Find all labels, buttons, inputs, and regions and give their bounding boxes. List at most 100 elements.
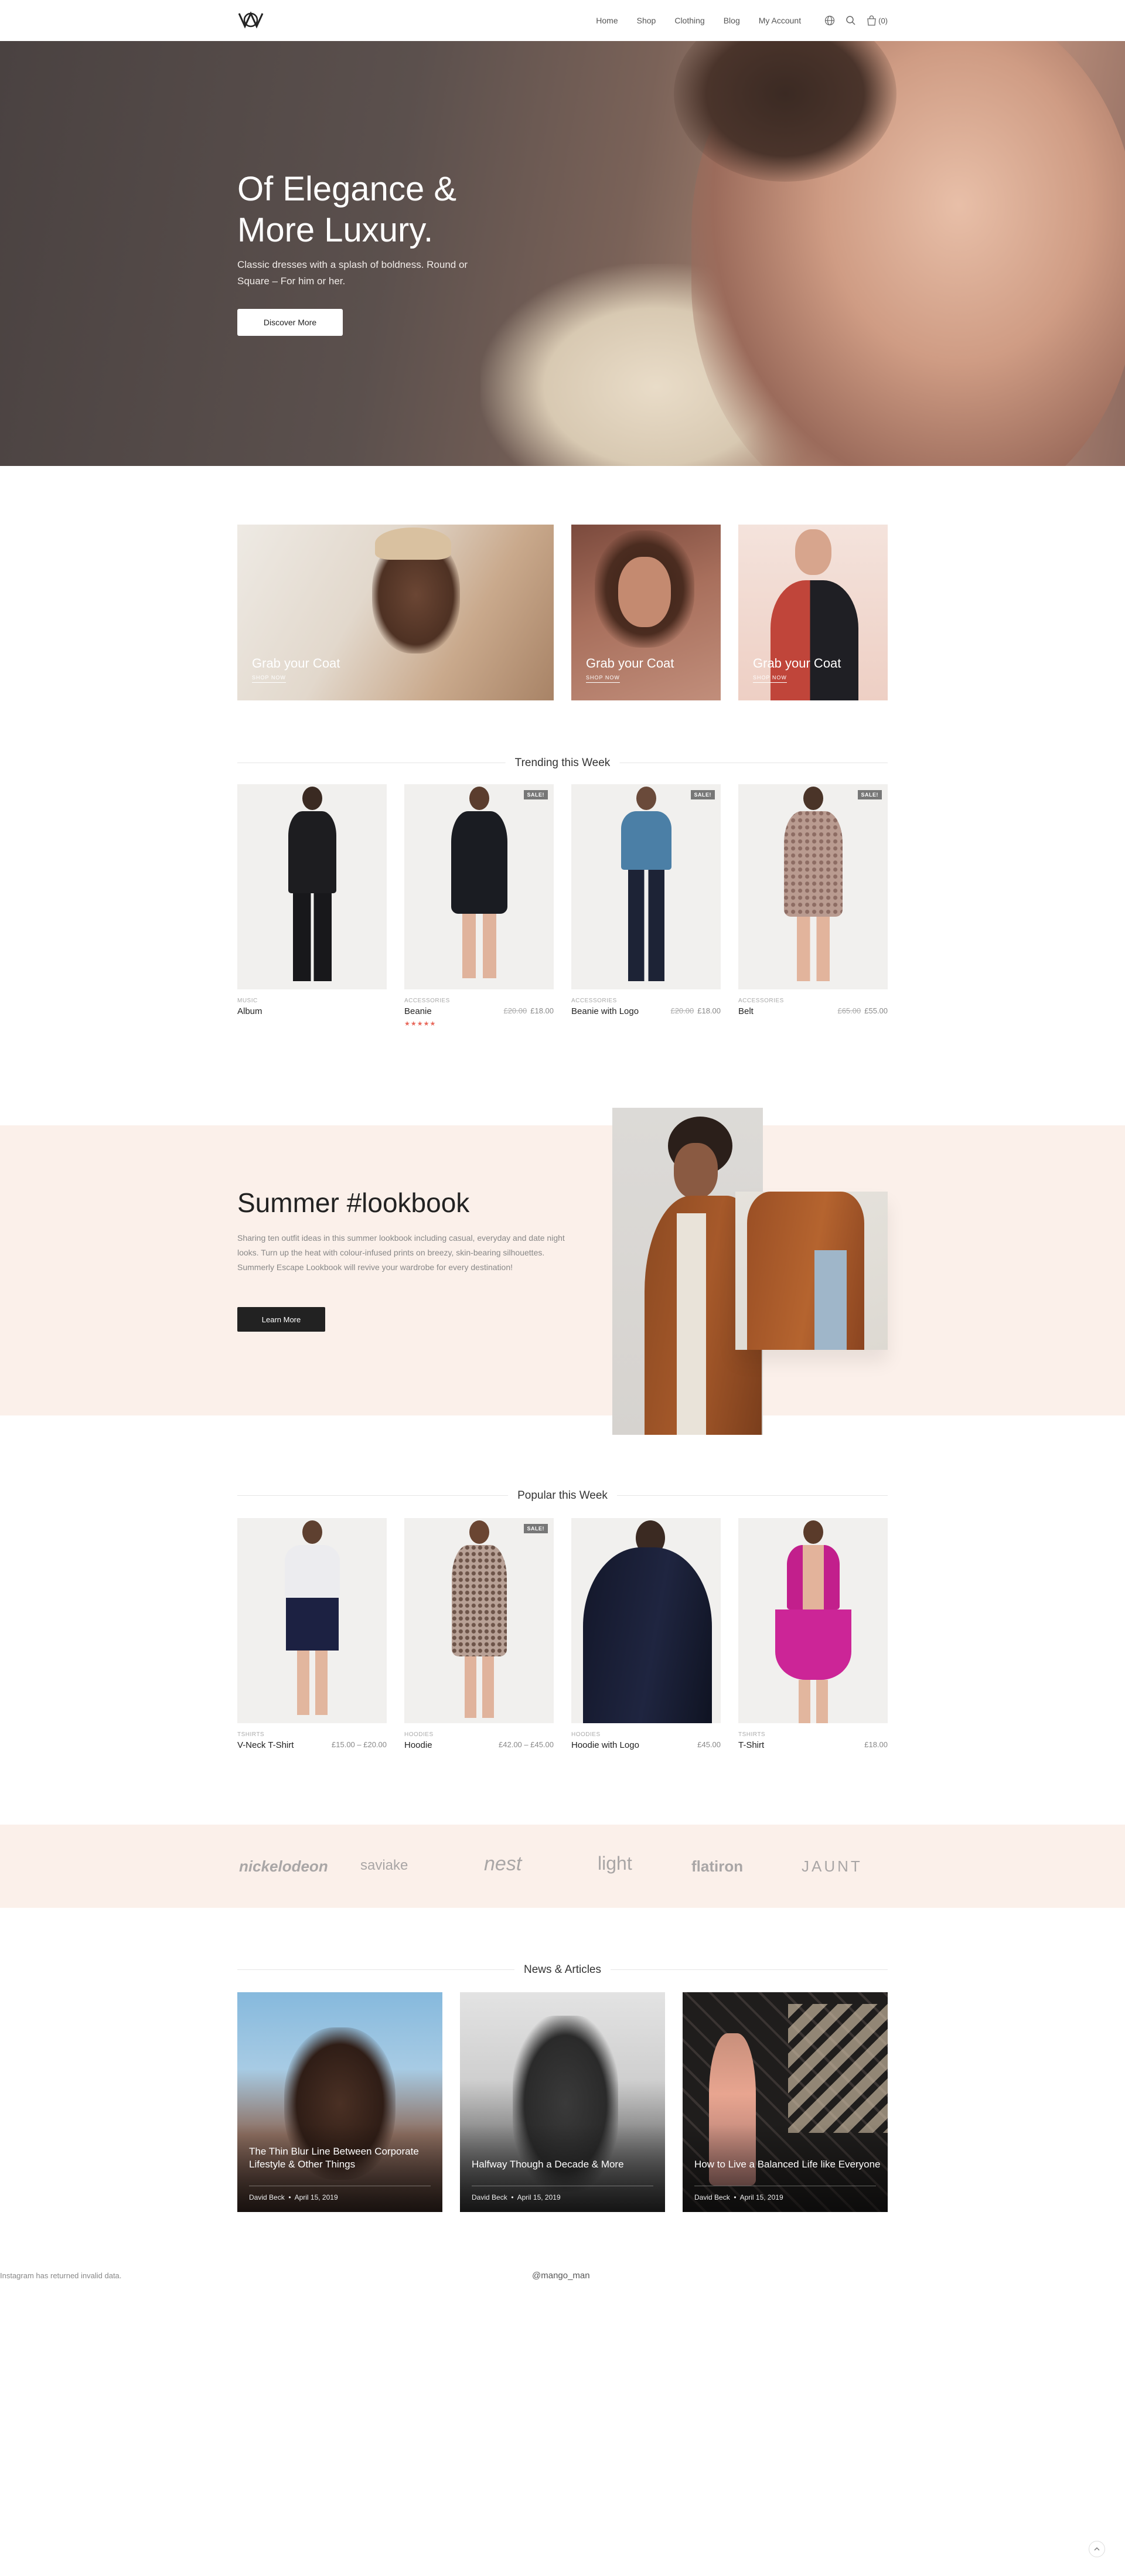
product-price: £15.00 – £20.00 (332, 1740, 387, 1749)
news-date: April 15, 2019 (294, 2193, 338, 2201)
product-card[interactable]: SALE! ACCESSORIES Belt £65.00 £55.00 (738, 784, 888, 1016)
product-name[interactable]: Beanie (404, 1006, 432, 1016)
instagram-error-message: Instagram has returned invalid data. (0, 2271, 122, 2280)
product-name[interactable]: Hoodie with Logo (571, 1740, 639, 1750)
instagram-username-link[interactable]: @mango_man (532, 2271, 590, 2281)
product-image[interactable] (237, 784, 387, 989)
product-card[interactable]: MUSIC Album (237, 784, 387, 1016)
product-category: HOODIES (571, 1731, 601, 1738)
model-figure (583, 1547, 712, 1723)
product-name[interactable]: Album (237, 1006, 262, 1016)
product-name[interactable]: T-Shirt (738, 1740, 764, 1750)
promo-tile-3[interactable]: Grab your Coat SHOP NOW (738, 525, 888, 700)
brand-logo-flatiron[interactable]: flatiron (691, 1857, 743, 1876)
nav-shop[interactable]: Shop (637, 16, 656, 25)
product-price: £65.00 £55.00 (837, 1006, 888, 1016)
product-image[interactable]: SALE! (404, 784, 554, 989)
news-card[interactable]: How to Live a Balanced Life like Everyon… (683, 1992, 888, 2212)
nav-home[interactable]: Home (596, 16, 618, 25)
back-to-top-button[interactable] (1089, 2541, 1105, 2557)
brand-logo-nickelodeon[interactable]: nickelodeon (239, 1857, 328, 1876)
product-name[interactable]: Beanie with Logo (571, 1006, 639, 1016)
model-figure (451, 787, 507, 978)
popular-title: Popular this Week (508, 1489, 617, 1502)
site-logo[interactable] (237, 10, 264, 30)
nav-my-account[interactable]: My Account (759, 16, 801, 25)
promo-image-face (618, 557, 671, 627)
promo-tile-2[interactable]: Grab your Coat SHOP NOW (571, 525, 721, 700)
product-card[interactable]: TSHIRTS T-Shirt £18.00 (738, 1518, 888, 1750)
news-author[interactable]: David Beck (249, 2193, 285, 2201)
discover-more-button[interactable]: Discover More (237, 309, 343, 336)
product-price: £45.00 (697, 1740, 721, 1749)
lookbook-text: Sharing ten outfit ideas in this summer … (237, 1233, 565, 1272)
hero-subtitle: Classic dresses with a splash of boldnes… (237, 259, 468, 287)
nav-blog[interactable]: Blog (724, 16, 740, 25)
model-figure (783, 787, 843, 981)
sale-badge: SALE! (523, 790, 548, 799)
brand-logo-saviake[interactable]: saviake (360, 1857, 408, 1874)
product-card[interactable]: HOODIES Hoodie with Logo £45.00 (571, 1518, 721, 1750)
model-figure (451, 1520, 507, 1718)
brand-logos-strip: nickelodeon saviake nest light flatiron … (0, 1825, 1125, 1908)
product-card[interactable]: TSHIRTS V-Neck T-Shirt £15.00 – £20.00 (237, 1518, 387, 1750)
sale-badge: SALE! (857, 790, 882, 799)
chevron-up-icon (1094, 2547, 1100, 2551)
product-image[interactable]: SALE! (404, 1518, 554, 1723)
product-image[interactable] (571, 1518, 721, 1723)
news-date: April 15, 2019 (517, 2193, 561, 2201)
product-card[interactable]: SALE! ACCESSORIES Beanie £20.00 £18.00 ★★… (404, 784, 554, 1027)
lookbook-image-coat (735, 1192, 888, 1350)
product-image[interactable] (738, 1518, 888, 1723)
lookbook-section: Summer #lookbook Sharing ten outfit idea… (0, 1125, 1125, 1415)
trending-title: Trending this Week (505, 757, 620, 770)
globe-icon[interactable] (824, 15, 835, 26)
news-article-meta: David Beck • April 15, 2019 (249, 2193, 338, 2201)
search-icon[interactable] (846, 15, 856, 26)
news-article-title[interactable]: Halfway Though a Decade & More (472, 2158, 659, 2171)
news-author[interactable]: David Beck (694, 2193, 730, 2201)
news-title: News & Articles (514, 1964, 611, 1976)
news-article-title[interactable]: How to Live a Balanced Life like Everyon… (694, 2158, 882, 2171)
learn-more-button[interactable]: Learn More (237, 1307, 325, 1332)
news-article-title[interactable]: The Thin Blur Line Between Corporate Lif… (249, 2145, 437, 2171)
brand-logo-nest[interactable]: nest (484, 1853, 521, 1876)
promo-shop-link[interactable]: SHOP NOW (586, 675, 620, 683)
product-name[interactable]: Belt (738, 1006, 754, 1016)
shopping-bag-icon (867, 15, 876, 26)
brand-logo-light[interactable]: light (598, 1853, 632, 1874)
product-category: TSHIRTS (738, 1731, 766, 1738)
news-author[interactable]: David Beck (472, 2193, 507, 2201)
product-old-price: £20.00 (670, 1006, 694, 1015)
promo-shop-link[interactable]: SHOP NOW (252, 675, 286, 683)
model-figure (775, 1520, 851, 1723)
nav-clothing[interactable]: Clothing (674, 16, 704, 25)
model-figure (288, 787, 336, 981)
news-article-meta: David Beck • April 15, 2019 (694, 2193, 783, 2201)
news-section-title: News & Articles (237, 1964, 888, 1976)
product-category: TSHIRTS (237, 1731, 265, 1738)
sale-badge: SALE! (523, 1524, 548, 1533)
news-card[interactable]: The Thin Blur Line Between Corporate Lif… (237, 1992, 442, 2212)
brand-logo-jaunt[interactable]: JAUNT (802, 1857, 862, 1876)
promo-shop-link[interactable]: SHOP NOW (753, 675, 787, 683)
product-image[interactable] (237, 1518, 387, 1723)
product-name[interactable]: Hoodie (404, 1740, 432, 1750)
promo-caption: Grab your Coat (586, 656, 674, 671)
sale-badge: SALE! (690, 790, 715, 799)
product-name[interactable]: V-Neck T-Shirt (237, 1740, 294, 1750)
cart-button[interactable]: (0) (867, 15, 888, 26)
news-card[interactable]: Halfway Though a Decade & More David Bec… (460, 1992, 665, 2212)
product-rating: ★★★★★ (404, 1020, 437, 1027)
product-card[interactable]: SALE! HOODIES Hoodie £42.00 – £45.00 (404, 1518, 554, 1750)
hero-title: Of Elegance & More Luxury. (237, 170, 456, 249)
product-card[interactable]: SALE! ACCESSORIES Beanie with Logo £20.0… (571, 784, 721, 1016)
product-sale-price: £18.00 (530, 1006, 554, 1015)
product-category: ACCESSORIES (571, 998, 617, 1004)
product-image[interactable]: SALE! (738, 784, 888, 989)
news-article-meta: David Beck • April 15, 2019 (472, 2193, 561, 2201)
product-sale-price: £55.00 (864, 1006, 888, 1015)
product-old-price: £20.00 (503, 1006, 527, 1015)
promo-tile-1[interactable]: Grab your Coat SHOP NOW (237, 525, 554, 700)
product-image[interactable]: SALE! (571, 784, 721, 989)
